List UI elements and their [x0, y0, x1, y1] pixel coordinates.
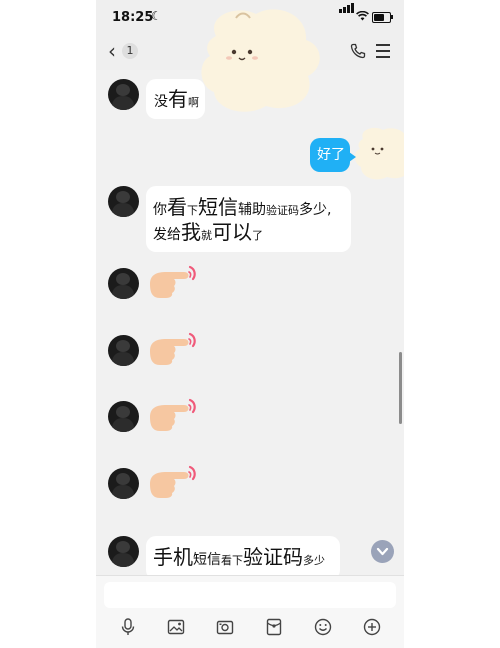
message-bubble-incoming: 手机短信看下验证码多少 — [146, 536, 340, 580]
pointing-hand-emoji — [150, 332, 196, 365]
avatar[interactable] — [108, 468, 139, 499]
message-text-small: 下 — [187, 204, 198, 217]
red-packet-icon[interactable] — [265, 618, 283, 636]
status-time: 18:25 — [112, 10, 154, 25]
message-bubble-incoming: 没有啊 — [146, 79, 205, 119]
microphone-icon[interactable] — [119, 618, 137, 636]
message-text-small: 就 — [201, 229, 212, 242]
message-text-small: 看下 — [221, 554, 243, 567]
input-area — [96, 575, 404, 648]
avatar[interactable] — [108, 268, 139, 299]
unread-count-badge[interactable]: 1 — [122, 43, 138, 59]
wifi-icon — [356, 10, 369, 24]
message-input[interactable] — [104, 582, 396, 608]
scrollbar[interactable] — [399, 352, 402, 424]
pointing-hand-emoji — [150, 398, 196, 431]
battery-icon — [372, 12, 391, 23]
avatar[interactable] — [108, 536, 139, 567]
message-text: 没 — [154, 94, 168, 110]
message-text-large: 短信 — [198, 195, 238, 219]
puppy-sticker-small — [354, 127, 404, 180]
image-icon[interactable] — [167, 618, 185, 636]
scroll-to-bottom-button[interactable] — [371, 540, 394, 563]
menu-icon[interactable] — [376, 44, 390, 58]
message-text-small: 多少 — [303, 554, 325, 567]
chat-screen: 18:25 ☾ ‹ 1 没有啊 好了 你看下短信辅助验证码多少, 发给我就可以了… — [96, 0, 404, 648]
message-text-large: 手机 — [153, 545, 193, 569]
camera-icon[interactable] — [216, 618, 234, 636]
message-text: 辅助 — [238, 202, 266, 218]
message-text: 你 — [153, 202, 167, 218]
phone-call-icon[interactable] — [350, 43, 366, 59]
battery-tip — [391, 15, 393, 19]
message-text-large: 有 — [168, 87, 188, 111]
avatar[interactable] — [108, 401, 139, 432]
pointing-hand-emoji — [150, 465, 196, 498]
plus-icon[interactable] — [363, 618, 381, 636]
message-text-large: 我 — [181, 220, 201, 244]
message-text-large: 看 — [167, 195, 187, 219]
message-text: 短信 — [193, 552, 221, 568]
message-text-large: 验证码 — [243, 545, 303, 569]
emoji-icon[interactable] — [314, 618, 332, 636]
puppy-sticker-large — [201, 9, 320, 112]
message-bubble-outgoing: 好了 — [310, 138, 356, 172]
message-text: 多少, — [299, 202, 332, 218]
message-text-small: 啊 — [188, 96, 199, 109]
back-chevron-icon[interactable]: ‹ — [108, 40, 116, 62]
message-text-small: 了 — [252, 229, 263, 242]
message-text-large: 可以 — [212, 220, 252, 244]
message-text: 好了 — [317, 147, 345, 163]
do-not-disturb-icon: ☾ — [151, 9, 162, 23]
avatar[interactable] — [108, 335, 139, 366]
avatar[interactable] — [108, 79, 139, 110]
pointing-hand-emoji — [150, 265, 196, 298]
message-text: 发给 — [153, 227, 181, 243]
avatar[interactable] — [108, 186, 139, 217]
message-bubble-incoming: 你看下短信辅助验证码多少, 发给我就可以了 — [146, 186, 351, 252]
message-text-small: 验证码 — [266, 204, 299, 217]
